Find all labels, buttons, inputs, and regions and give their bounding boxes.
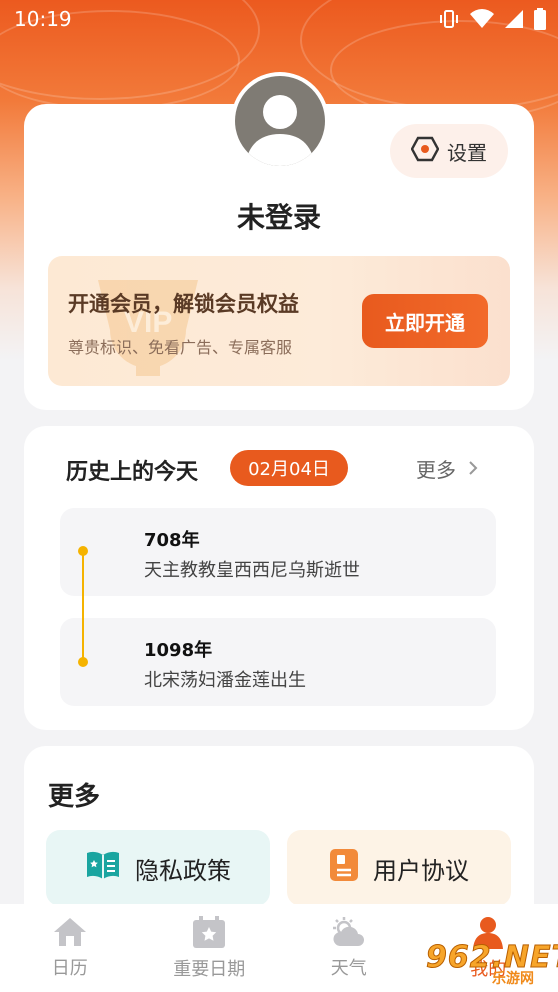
- username[interactable]: 未登录: [24, 196, 534, 236]
- event-description: 天主教教皇西西尼乌斯逝世: [144, 560, 360, 581]
- weather-icon: [330, 916, 368, 948]
- home-icon: [52, 916, 88, 948]
- battery-icon: [534, 8, 546, 30]
- history-event-item[interactable]: 1098年 北宋荡妇潘金莲出生: [60, 618, 496, 706]
- event-description: 北宋荡妇潘金莲出生: [144, 670, 306, 691]
- user-agreement-label: 用户协议: [373, 856, 469, 885]
- site-watermark-logo: 962.NET 乐游网: [418, 934, 558, 990]
- timeline-dot: [78, 546, 88, 556]
- history-title: 历史上的今天: [66, 460, 199, 485]
- history-more-label: 更多: [416, 458, 456, 482]
- signal-icon: [504, 9, 524, 29]
- vibrate-icon: [438, 8, 460, 30]
- user-agreement-button[interactable]: 用户协议: [287, 830, 511, 906]
- book-icon: [85, 849, 121, 887]
- date-badge: 02月04日: [230, 450, 348, 486]
- history-more-link[interactable]: 更多: [416, 454, 478, 483]
- privacy-policy-label: 隐私政策: [135, 856, 231, 885]
- status-time: 10:19: [14, 7, 72, 31]
- settings-button[interactable]: 设置: [390, 124, 508, 178]
- settings-hexagon-icon: [410, 136, 440, 167]
- settings-label: 设置: [447, 140, 487, 165]
- timeline-dot: [78, 657, 88, 667]
- event-year: 1098年: [144, 640, 213, 661]
- chevron-right-icon: [468, 457, 478, 481]
- open-vip-button[interactable]: 立即开通: [362, 294, 488, 348]
- avatar-placeholder-icon: [235, 76, 325, 166]
- nav-important-dates[interactable]: 重要日期: [140, 915, 280, 981]
- history-event-item[interactable]: 708年 天主教教皇西西尼乌斯逝世: [60, 508, 496, 596]
- more-title: 更多: [48, 782, 101, 812]
- event-year: 708年: [144, 530, 200, 551]
- status-bar: 10:19: [0, 0, 558, 38]
- vip-subtitle: 尊贵标识、免看广告、专属客服: [68, 338, 293, 357]
- avatar[interactable]: [231, 72, 329, 170]
- nav-weather-label: 天气: [330, 958, 367, 979]
- wifi-icon: [470, 9, 494, 29]
- history-today-card: 历史上的今天 02月04日 更多 708年 天主教教皇西西尼乌斯逝世 1098年…: [24, 426, 534, 730]
- privacy-policy-button[interactable]: 隐私政策: [46, 830, 270, 906]
- nav-calendar-label: 日历: [51, 958, 88, 979]
- vip-trophy-icon: VIP: [98, 280, 198, 376]
- vip-title: 开通会员，解锁会员权益: [68, 292, 299, 316]
- nav-weather[interactable]: 天气: [279, 916, 419, 980]
- calendar-star-icon: [191, 915, 227, 949]
- nav-calendar[interactable]: 日历: [0, 916, 140, 980]
- watermark-sub-text: 乐游网: [492, 971, 534, 987]
- document-icon: [329, 848, 359, 888]
- vip-banner[interactable]: VIP 开通会员，解锁会员权益 尊贵标识、免看广告、专属客服 立即开通: [48, 256, 510, 386]
- timeline-line: [82, 550, 84, 662]
- nav-important-dates-label: 重要日期: [173, 959, 246, 980]
